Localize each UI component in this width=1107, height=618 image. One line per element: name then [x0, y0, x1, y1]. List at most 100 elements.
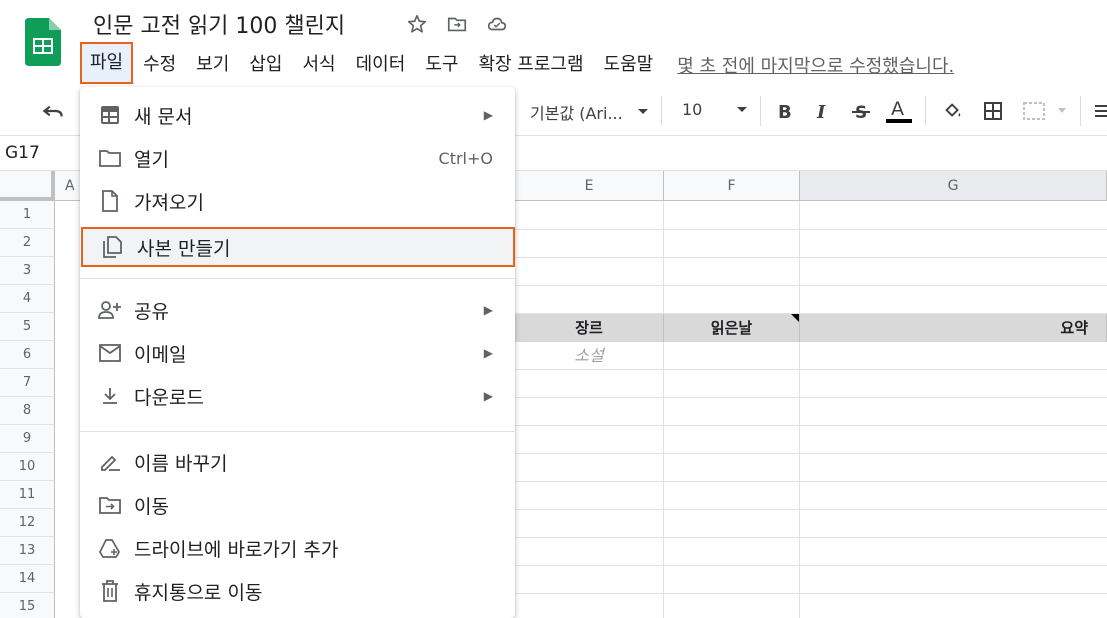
submenu-arrow-icon: ▶ [483, 346, 493, 360]
column-header-e[interactable]: E [515, 171, 664, 201]
sheets-logo-icon[interactable] [25, 18, 61, 66]
file-menu-dropdown: 새 문서 ▶ 열기 Ctrl+O 가져오기 사본 만들기 공유 ▶ 이메일 ▶ [80, 87, 515, 618]
merge-cells-icon[interactable] [1020, 98, 1070, 124]
font-size-value: 10 [682, 100, 703, 119]
row-header[interactable]: 9 [0, 425, 55, 453]
menu-extensions[interactable]: 확장 프로그램 [468, 48, 593, 82]
grid-line [515, 537, 1107, 538]
header-cell-read-date[interactable]: 읽은날 [664, 314, 800, 342]
submenu-arrow-icon: ▶ [483, 108, 493, 122]
file-menu-add-shortcut[interactable]: 드라이브에 바로가기 추가 [80, 528, 515, 568]
column-header-g[interactable]: G [800, 171, 1107, 201]
shortcut-text: Ctrl+O [438, 148, 493, 168]
menu-tools[interactable]: 도구 [415, 48, 468, 82]
menu-insert[interactable]: 삽입 [239, 48, 292, 82]
toolbar-divider [661, 96, 662, 126]
download-icon [98, 384, 122, 408]
grid-line [515, 229, 1107, 230]
svg-text:I: I [816, 102, 826, 121]
file-menu-import-label: 가져오기 [134, 191, 204, 214]
file-menu-rename-label: 이름 바꾸기 [134, 452, 228, 475]
row-header[interactable]: 7 [0, 369, 55, 397]
drive-shortcut-icon [98, 536, 122, 560]
text-color-icon[interactable]: A [886, 98, 912, 124]
chevron-down-icon [637, 109, 648, 114]
bold-icon[interactable]: B [772, 98, 798, 124]
file-menu-email[interactable]: 이메일 ▶ [80, 333, 515, 373]
submenu-arrow-icon: ▶ [483, 303, 493, 317]
file-menu-add-shortcut-label: 드라이브에 바로가기 추가 [134, 538, 339, 561]
file-menu-share-label: 공유 [134, 300, 169, 323]
cell-genre-value[interactable]: 소설 [515, 342, 663, 370]
menu-view[interactable]: 보기 [186, 48, 239, 82]
row-header[interactable]: 11 [0, 481, 55, 509]
file-menu-email-label: 이메일 [134, 343, 187, 366]
file-menu-rename[interactable]: 이름 바꾸기 [80, 442, 515, 482]
borders-icon[interactable] [980, 98, 1006, 124]
menu-help[interactable]: 도움말 [594, 48, 664, 82]
grid-line [515, 593, 1107, 594]
last-edit-link[interactable]: 몇 초 전에 마지막으로 수정했습니다. [677, 52, 954, 78]
star-icon[interactable] [405, 12, 429, 36]
file-menu-make-copy-label: 사본 만들기 [137, 237, 231, 260]
toolbar-divider [1080, 96, 1081, 126]
file-menu-make-copy[interactable]: 사본 만들기 [81, 227, 515, 267]
row-header[interactable]: 5 [0, 313, 55, 341]
row-header[interactable]: 2 [0, 229, 55, 257]
font-family-select[interactable]: 기본값 (Ari... [530, 100, 649, 124]
trash-icon [98, 579, 122, 603]
menu-format[interactable]: 서식 [293, 48, 346, 82]
grid-line [515, 481, 1107, 482]
font-size-select[interactable]: 10 [682, 100, 748, 119]
file-menu-trash-label: 휴지통으로 이동 [134, 581, 263, 604]
row-header[interactable]: 1 [0, 201, 55, 229]
file-menu-new[interactable]: 새 문서 ▶ [80, 95, 515, 135]
column-header-f[interactable]: F [664, 171, 800, 201]
menu-divider [80, 431, 515, 432]
grid-line [799, 201, 800, 618]
toolbar-divider [925, 96, 926, 126]
row-header[interactable]: 12 [0, 509, 55, 537]
cloud-saved-icon[interactable] [485, 12, 509, 36]
grid-line [515, 397, 1107, 398]
toolbar-divider [760, 96, 761, 126]
row-header[interactable]: 8 [0, 397, 55, 425]
file-menu-share[interactable]: 공유 ▶ [80, 290, 515, 330]
fill-color-icon[interactable] [940, 98, 966, 124]
grid-line [515, 425, 1107, 426]
file-menu-trash[interactable]: 휴지통으로 이동 [80, 571, 515, 611]
file-menu-download[interactable]: 다운로드 ▶ [80, 376, 515, 416]
undo-icon[interactable] [40, 98, 66, 124]
menu-file[interactable]: 파일 [80, 42, 134, 84]
document-title[interactable]: 인문 고전 읽기 100 챌린지 [93, 8, 345, 40]
select-all-corner[interactable] [0, 171, 55, 201]
row-header[interactable]: 15 [0, 593, 55, 618]
row-header[interactable]: 10 [0, 453, 55, 481]
name-box[interactable]: G17 [5, 143, 40, 163]
svg-text:A: A [891, 98, 904, 120]
file-menu-move[interactable]: 이동 [80, 485, 515, 525]
menu-divider [80, 278, 515, 279]
row-header[interactable]: 14 [0, 565, 55, 593]
file-menu-download-label: 다운로드 [134, 386, 204, 409]
row-header[interactable]: 6 [0, 341, 55, 369]
strikethrough-icon[interactable]: S [848, 98, 874, 124]
file-icon [98, 189, 122, 213]
menu-data[interactable]: 데이터 [346, 48, 416, 82]
header-cell-genre[interactable]: 장르 [515, 314, 664, 342]
align-icon[interactable] [1090, 98, 1107, 124]
comment-marker-icon[interactable] [791, 314, 799, 322]
file-menu-open-label: 열기 [134, 148, 169, 171]
file-menu-new-label: 새 문서 [134, 105, 193, 128]
file-menu-open[interactable]: 열기 Ctrl+O [80, 138, 515, 178]
row-header[interactable]: 13 [0, 537, 55, 565]
row-header[interactable]: 4 [0, 285, 55, 313]
header-cell-summary[interactable]: 요약 [800, 314, 1107, 342]
row-header[interactable]: 3 [0, 257, 55, 285]
grid-line [663, 201, 664, 618]
move-folder-icon [98, 493, 122, 517]
move-folder-icon[interactable] [445, 12, 469, 36]
italic-icon[interactable]: I [810, 98, 836, 124]
file-menu-import[interactable]: 가져오기 [80, 181, 515, 221]
menu-edit[interactable]: 수정 [133, 48, 186, 82]
